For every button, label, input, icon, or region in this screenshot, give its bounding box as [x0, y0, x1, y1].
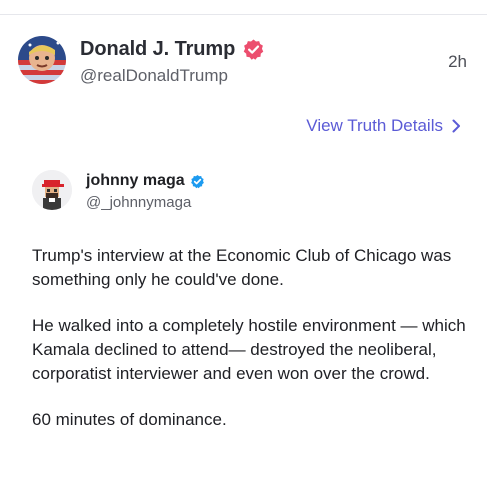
top-divider [0, 14, 487, 15]
quoted-post-paragraph: He walked into a completely hostile envi… [32, 316, 466, 383]
chevron-right-icon [452, 119, 460, 133]
verified-badge-icon [243, 38, 264, 60]
view-truth-details-link[interactable]: View Truth Details [306, 116, 461, 136]
quoted-author-handle[interactable]: @_johnnymaga [86, 194, 191, 211]
author-avatar[interactable] [18, 36, 66, 84]
view-truth-details-label: View Truth Details [306, 116, 443, 135]
quoted-author-name[interactable]: johnny maga [86, 172, 185, 190]
quoted-post-body: Trump's interview at the Economic Club o… [32, 244, 472, 454]
quoted-author-avatar[interactable] [32, 170, 72, 210]
quoted-post-paragraph: Trump's interview at the Economic Club o… [32, 246, 452, 289]
post-timestamp[interactable]: 2h [448, 52, 467, 72]
quoted-post-paragraph: 60 minutes of dominance. [32, 410, 227, 429]
verified-badge-icon [190, 174, 204, 188]
author-handle[interactable]: @realDonaldTrump [80, 66, 228, 86]
author-name[interactable]: Donald J. Trump [80, 38, 235, 61]
post-header: Donald J. Trump @realDonaldTrump 2h [18, 36, 469, 88]
